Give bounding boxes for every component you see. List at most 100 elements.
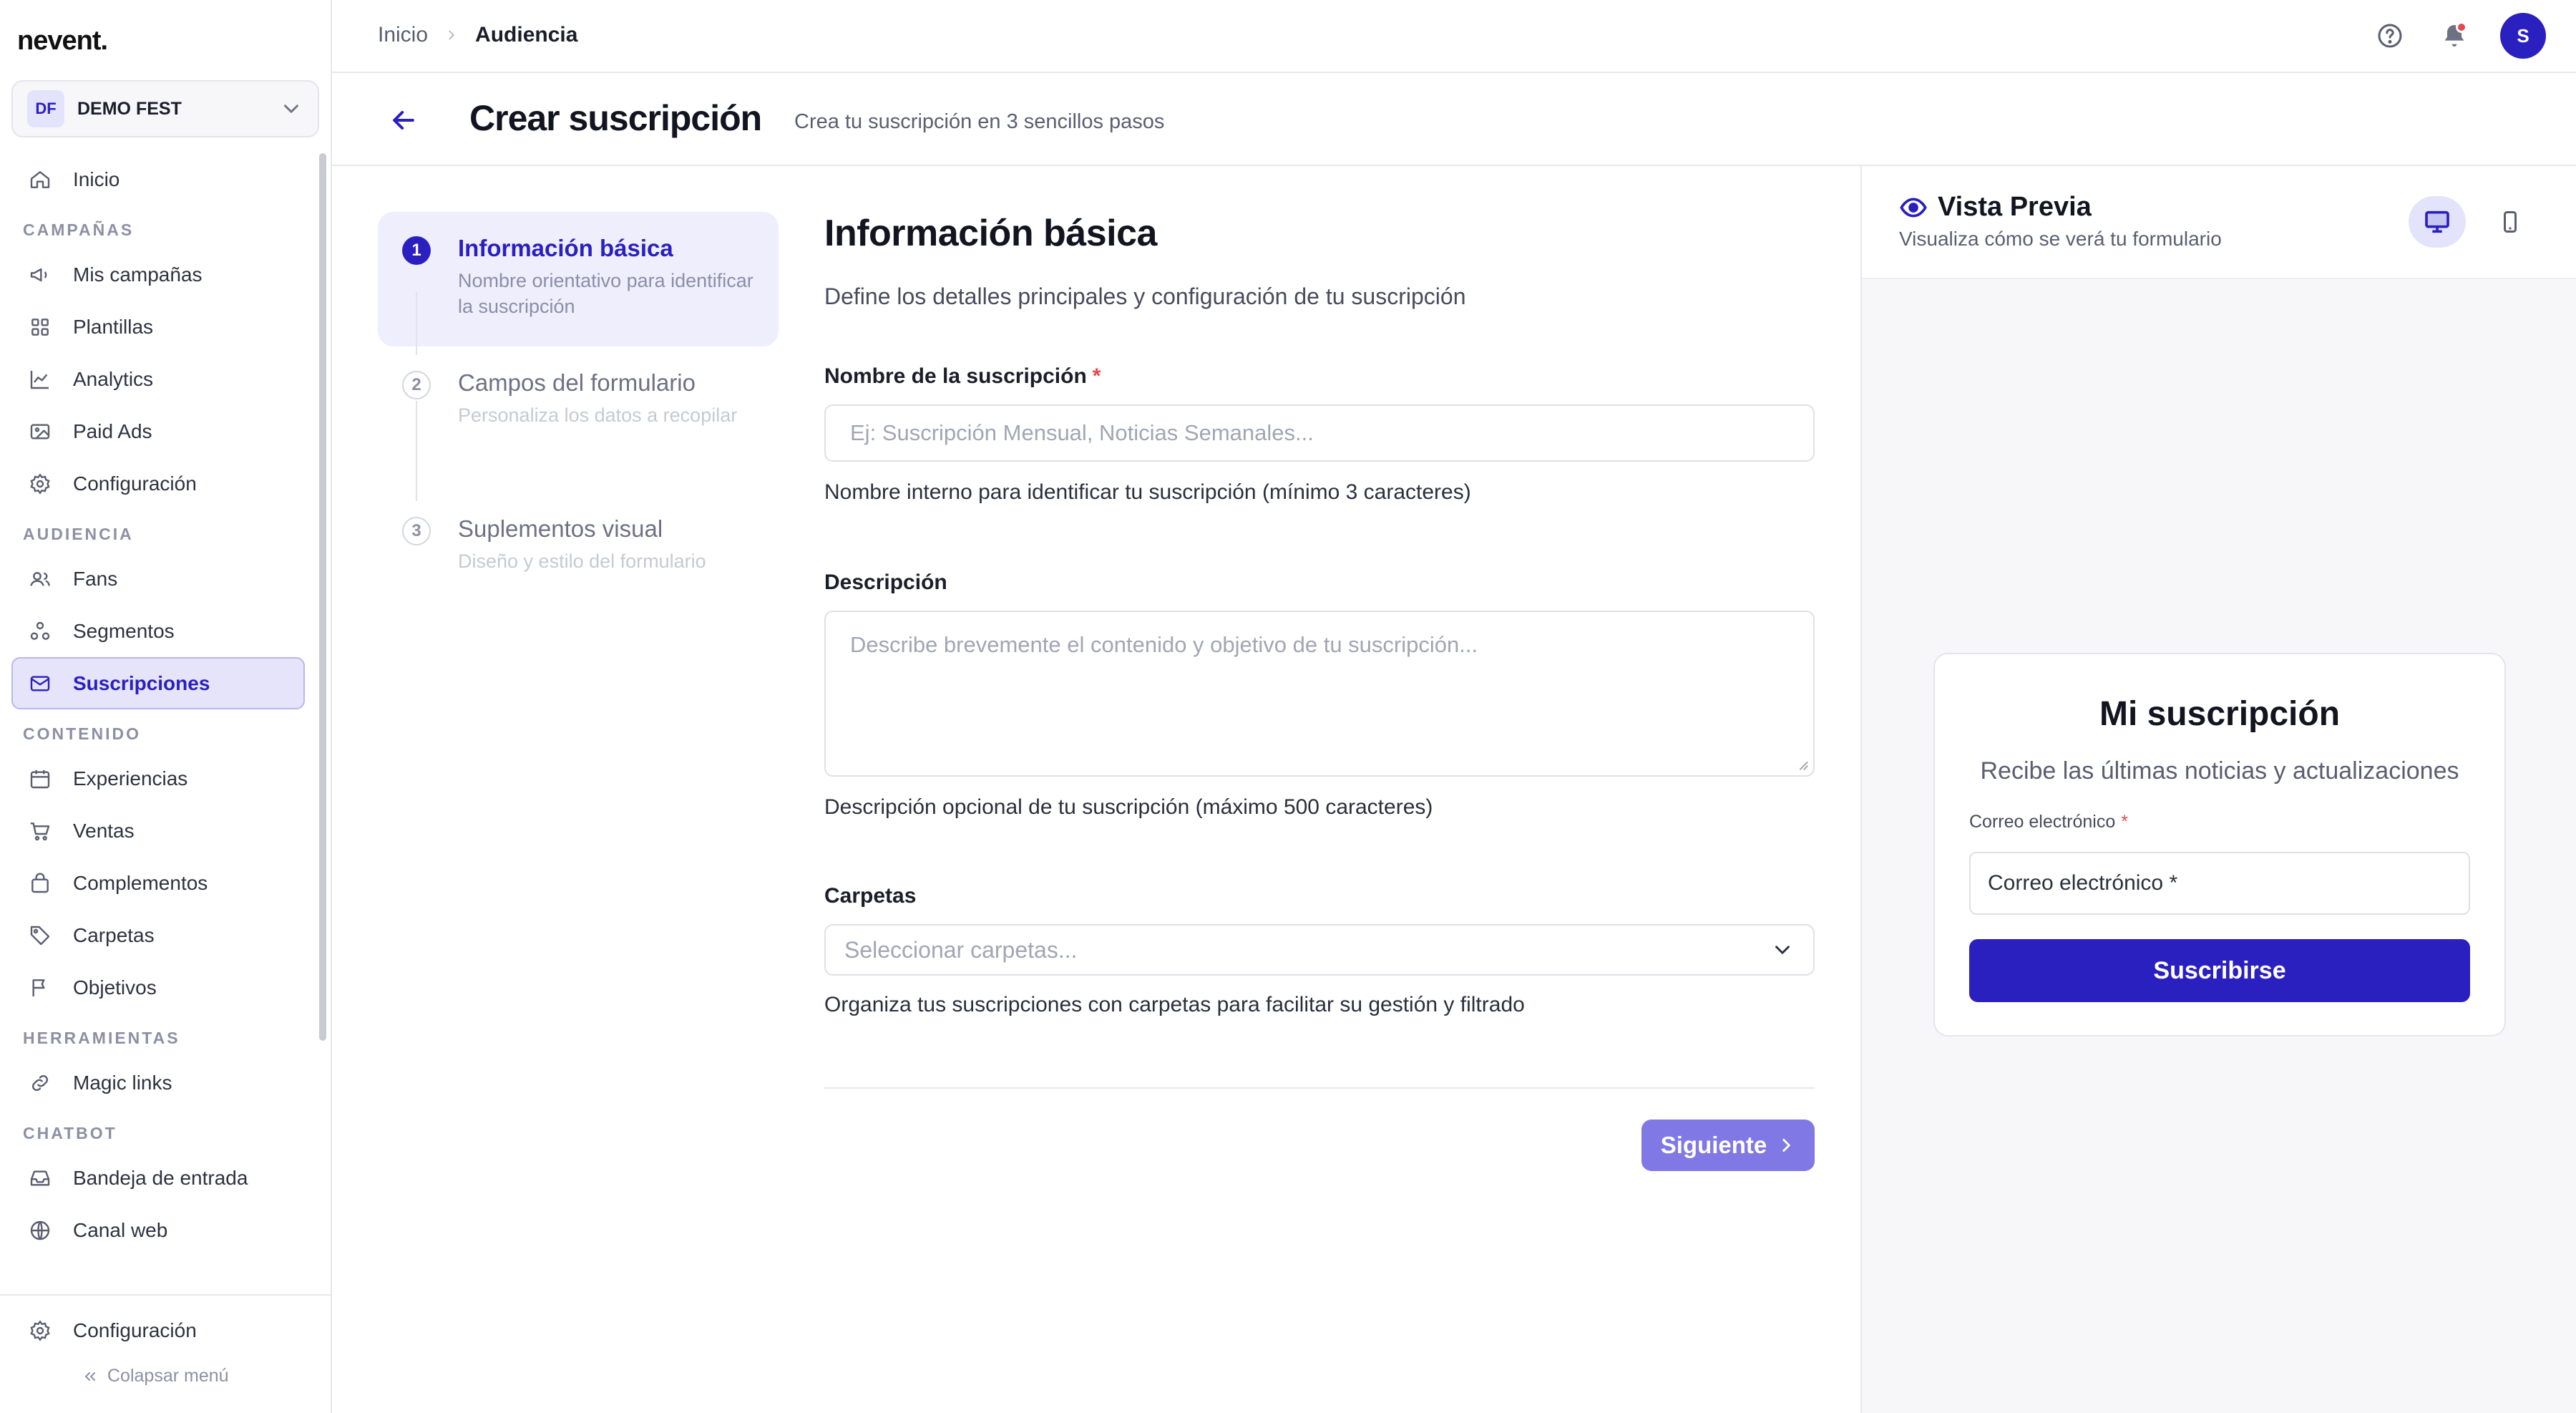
name-input[interactable]: Ej: Suscripción Mensual, Noticias Semana… [824, 404, 1815, 462]
step-description: Personaliza los datos a recopilar [458, 404, 738, 426]
step-3[interactable]: 3 Suplementos visual Diseño y estilo del… [378, 492, 779, 572]
breadcrumb-current: Audiencia [475, 23, 578, 47]
sidebar-item-bandeja[interactable]: Bandeja de entrada [11, 1152, 305, 1204]
organization-selector[interactable]: DF DEMO FEST [11, 80, 319, 137]
monitor-icon [2425, 210, 2449, 233]
sidebar-item-complementos[interactable]: Complementos [11, 857, 305, 909]
stepper: 1 Información básica Nombre orientativo … [378, 212, 779, 572]
device-toggle [2409, 196, 2539, 248]
bag-icon [31, 873, 49, 893]
home-icon [30, 170, 50, 188]
step-description: Diseño y estilo del formulario [458, 550, 706, 572]
sidebar-item-mis-campanas[interactable]: Mis campañas [11, 248, 305, 301]
sidebar: nevent. DF DEMO FEST Inicio CAMPAÑAS Mis… [0, 0, 332, 1413]
nav-section-audience: AUDIENCIA [23, 525, 134, 543]
sidebar-item-label: Paid Ads [73, 419, 152, 442]
preview-title: Vista Previa [1899, 192, 2092, 223]
sidebar-item-ventas[interactable]: Ventas [11, 805, 305, 857]
gear-icon [30, 472, 50, 495]
arrow-left-icon[interactable] [388, 105, 419, 136]
gear-icon [30, 1319, 50, 1341]
user-avatar[interactable]: S [2500, 13, 2546, 59]
preview-title-text: Vista Previa [1938, 192, 2092, 222]
sidebar-item-analytics[interactable]: Analytics [11, 353, 305, 405]
collapse-menu-button[interactable]: Colapsar menú [82, 1366, 229, 1387]
megaphone-icon [30, 268, 47, 281]
chevron-right-icon [1782, 1139, 1791, 1152]
breadcrumb-home[interactable]: Inicio [378, 23, 428, 47]
step-connector [416, 292, 417, 355]
grid-icon [31, 318, 49, 336]
sidebar-item-configuracion[interactable]: Configuración [11, 1304, 305, 1356]
chevron-down-icon [1775, 946, 1790, 954]
sidebar-item-label: Bandeja de entrada [73, 1166, 248, 1189]
step-title: Campos del formulario [458, 369, 696, 396]
help-icon[interactable] [2376, 21, 2404, 50]
desktop-view-button[interactable] [2409, 196, 2466, 248]
nav-section-campaigns: CAMPAÑAS [23, 220, 135, 239]
mobile-view-button[interactable] [2482, 196, 2539, 248]
nav-section-content: CONTENIDO [23, 724, 141, 743]
sidebar-item-magic-links[interactable]: Magic links [11, 1057, 305, 1109]
sidebar-item-label: Segmentos [73, 619, 175, 642]
sidebar-item-inicio[interactable]: Inicio [11, 153, 305, 205]
form-subtitle: Define los detalles principales y config… [824, 283, 1466, 309]
sidebar-item-label: Inicio [73, 167, 120, 190]
step-description: Nombre orientativo para identificar la s… [458, 270, 753, 317]
next-button[interactable]: Siguiente [1641, 1120, 1815, 1171]
field-description: Descripción Describe brevemente el conte… [824, 570, 1815, 820]
preview-email-label-text: Correo electrónico [1969, 812, 2116, 832]
sidebar-item-label: Analytics [73, 367, 154, 390]
sidebar-item-experiencias[interactable]: Experiencias [11, 752, 305, 805]
sidebar-item-label: Mis campañas [73, 263, 203, 286]
sidebar-item-segmentos[interactable]: Segmentos [11, 605, 305, 657]
next-button-label: Siguiente [1660, 1132, 1767, 1158]
sidebar-scrollbar[interactable] [319, 153, 326, 1041]
resize-grip-icon[interactable] [1796, 758, 1809, 771]
folders-select[interactable]: Seleccionar carpetas... [824, 924, 1815, 976]
calendar-icon [30, 769, 50, 788]
name-label-text: Nombre de la suscripción [824, 364, 1087, 388]
preview-subscribe-button[interactable]: Suscribirse [1969, 939, 2470, 1002]
smartphone-icon [2504, 211, 2517, 233]
sidebar-item-plantillas[interactable]: Plantillas [11, 301, 305, 353]
breadcrumb: Inicio Audiencia [378, 23, 577, 47]
preview-email-input[interactable]: Correo electrónico * [1969, 852, 2470, 915]
eye-icon [1900, 197, 1927, 218]
page-subtitle: Crea tu suscripción en 3 sencillos pasos [794, 110, 1165, 133]
step-2[interactable]: 2 Campos del formulario Personaliza los … [378, 346, 779, 492]
sidebar-item-configuracion-campanas[interactable]: Configuración [11, 457, 305, 510]
link-icon [31, 1074, 49, 1091]
nav-section-chatbot: CHATBOT [23, 1124, 117, 1142]
users-icon [30, 571, 50, 586]
sidebar-item-label: Canal web [73, 1218, 168, 1241]
sidebar-item-label: Fans [73, 567, 118, 590]
chevron-right-icon [449, 30, 455, 40]
notifications-button[interactable] [2440, 21, 2469, 50]
description-help: Descripción opcional de tu suscripción (… [824, 795, 1433, 819]
field-folders: Carpetas Seleccionar carpetas... Organiz… [824, 884, 1815, 1017]
sidebar-item-paid-ads[interactable]: Paid Ads [11, 405, 305, 457]
chart-line-icon [30, 370, 49, 389]
sidebar-item-canal-web[interactable]: Canal web [11, 1204, 305, 1256]
preview-email-label: Correo electrónico * [1969, 812, 2128, 832]
description-textarea[interactable]: Describe brevemente el contenido y objet… [824, 611, 1815, 777]
sidebar-item-objetivos[interactable]: Objetivos [11, 961, 305, 1014]
sidebar-item-label: Objetivos [73, 976, 157, 999]
chevrons-left-icon [85, 1371, 95, 1381]
preview-form-card: Mi suscripción Recibe las últimas notici… [1933, 653, 2506, 1036]
top-bar: Inicio Audiencia S [332, 0, 2576, 73]
sidebar-item-fans[interactable]: Fans [11, 553, 305, 605]
form-divider [824, 1087, 1815, 1089]
preview-header: Vista Previa Visualiza cómo se verá tu f… [1862, 166, 2576, 279]
sidebar-item-carpetas[interactable]: Carpetas [11, 909, 305, 961]
app-logo[interactable]: nevent. [17, 26, 108, 57]
step-title: Suplementos visual [458, 515, 663, 542]
sidebar-item-label: Configuración [73, 472, 197, 495]
sidebar-item-suscripciones[interactable]: Suscripciones [11, 657, 305, 709]
nav-section-tools: HERRAMIENTAS [23, 1029, 180, 1047]
sidebar-nav: Inicio CAMPAÑAS Mis campañas Plantillas … [11, 153, 305, 1256]
folders-label: Carpetas [824, 884, 917, 908]
step-1[interactable]: 1 Información básica Nombre orientativo … [378, 212, 779, 346]
step-connector [416, 401, 417, 501]
